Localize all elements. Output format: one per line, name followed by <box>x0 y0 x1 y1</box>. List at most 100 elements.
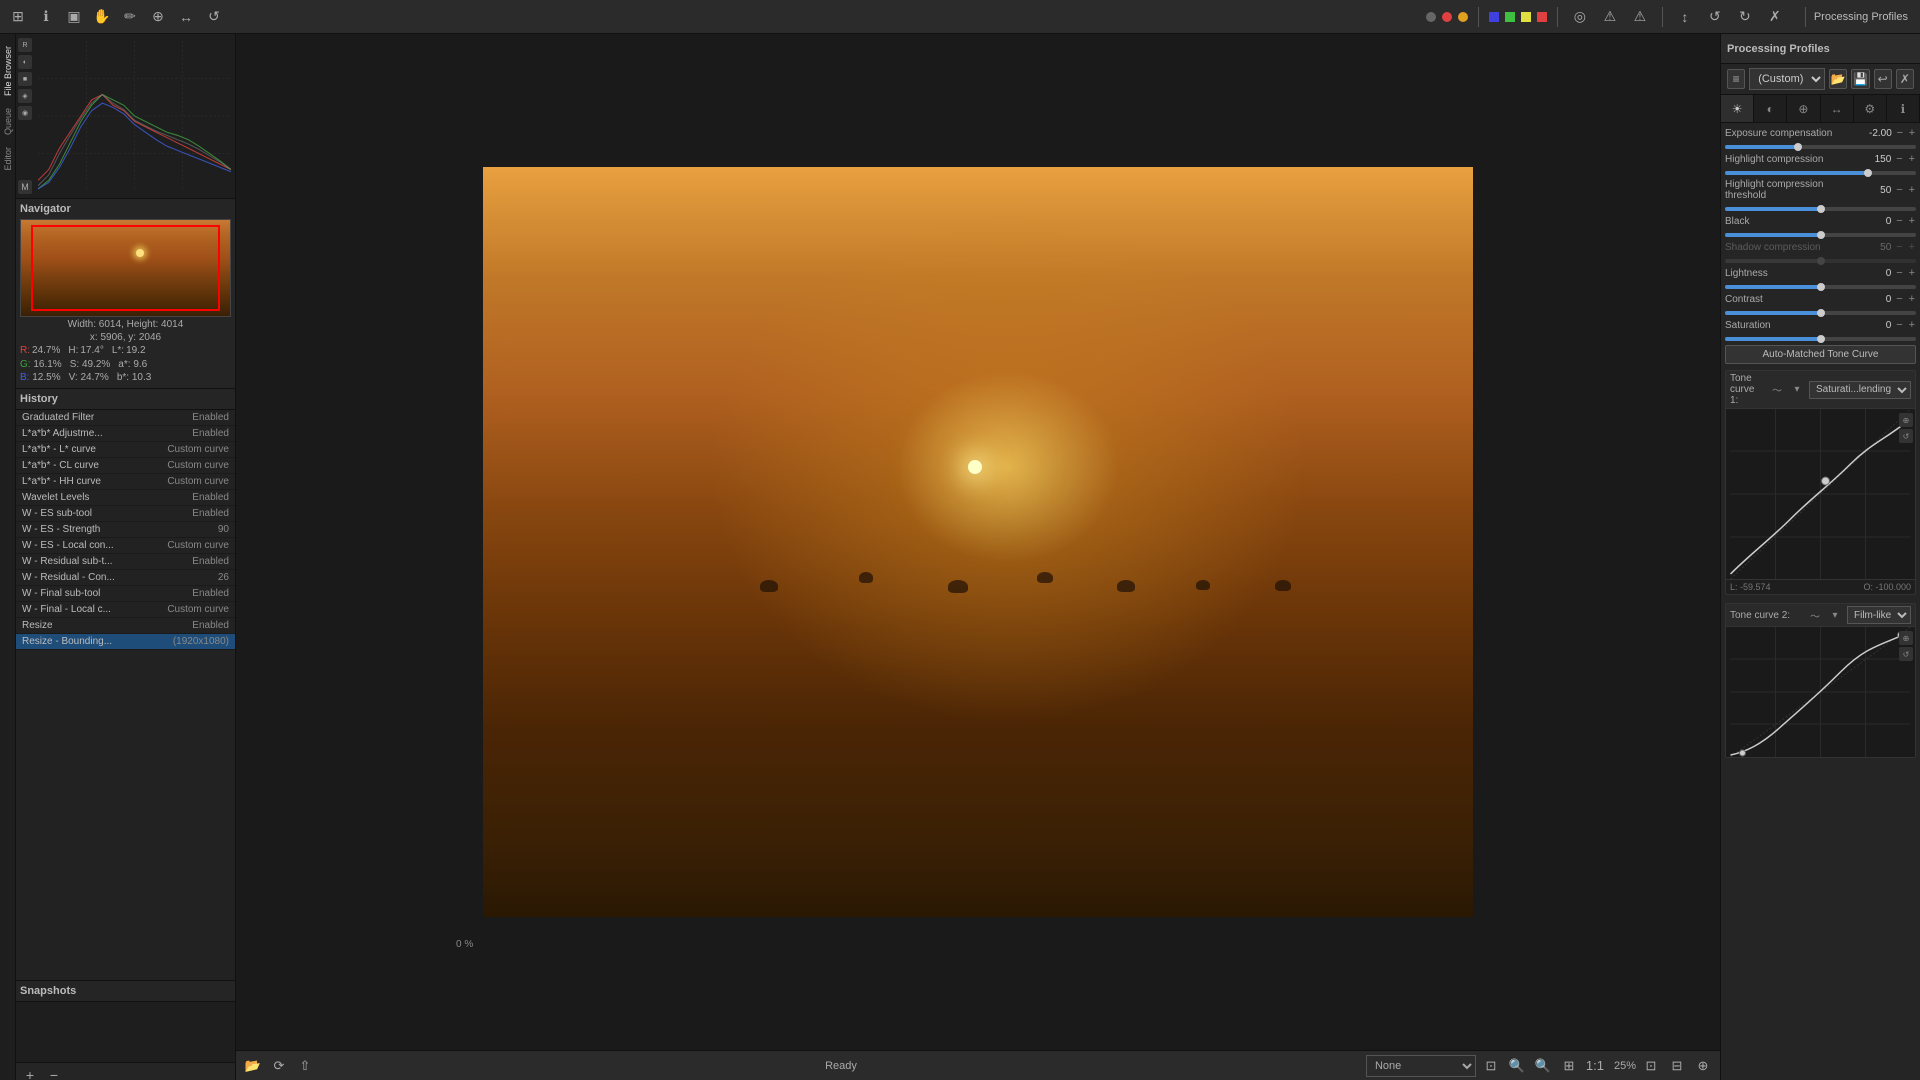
right-tab-exposure[interactable]: ☀ <box>1721 95 1754 122</box>
clipping-shadows-btn[interactable]: ◎ <box>1568 5 1592 29</box>
rotate-cw-btn[interactable]: ↻ <box>1733 5 1757 29</box>
slider-contrast[interactable] <box>1725 311 1916 315</box>
param-minus-saturation[interactable]: − <box>1895 319 1903 331</box>
full-img-btn[interactable]: ⊡ <box>1480 1055 1502 1077</box>
proc-profile-reset-btn[interactable]: ↩ <box>1874 69 1892 89</box>
zoom-100-btn[interactable]: 1:1 <box>1584 1055 1606 1077</box>
zoom-fit-center-btn[interactable]: ⊞ <box>1558 1055 1580 1077</box>
tc1-pipette-icon[interactable]: ⊕ <box>1899 413 1913 427</box>
toolbar-btn-crop[interactable]: ▣ <box>62 5 86 29</box>
hist-icon-2[interactable]: ◐ <box>18 55 32 69</box>
toolbar-btn-crosshair[interactable]: ⊕ <box>146 5 170 29</box>
snapshot-add-btn[interactable]: + <box>20 1065 40 1080</box>
slider-exposure[interactable] <box>1725 145 1916 149</box>
history-item-3[interactable]: L*a*b* - CL curveCustom curve <box>16 458 235 474</box>
hist-icon-6[interactable]: M <box>18 180 32 194</box>
fit-window-btn[interactable]: ⊡ <box>1640 1055 1662 1077</box>
history-item-0[interactable]: Graduated FilterEnabled <box>16 410 235 426</box>
zoom-fit-btn[interactable]: ↕ <box>1673 5 1697 29</box>
param-plus-hct[interactable]: + <box>1908 184 1916 196</box>
history-item-5[interactable]: Wavelet LevelsEnabled <box>16 490 235 506</box>
history-list[interactable]: Graduated FilterEnabledL*a*b* Adjustme..… <box>16 410 235 980</box>
tc2-channel-select[interactable]: Film-like <box>1847 606 1911 624</box>
rotate-ccw-btn[interactable]: ↺ <box>1703 5 1727 29</box>
slider-lightness[interactable] <box>1725 285 1916 289</box>
history-item-7[interactable]: W - ES - Strength90 <box>16 522 235 538</box>
vert-tab-queue[interactable]: Queue <box>2 104 14 139</box>
param-minus-lightness[interactable]: − <box>1895 267 1903 279</box>
tc1-reset-icon[interactable]: ↺ <box>1899 429 1913 443</box>
tc2-mode-btn[interactable]: 〜 <box>1807 607 1823 623</box>
history-item-2[interactable]: L*a*b* - L* curveCustom curve <box>16 442 235 458</box>
slider-black[interactable] <box>1725 233 1916 237</box>
toolbar-btn-hand[interactable]: ✋ <box>90 5 114 29</box>
history-item-11[interactable]: W - Final sub-toolEnabled <box>16 586 235 602</box>
history-item-8[interactable]: W - ES - Local con...Custom curve <box>16 538 235 554</box>
history-item-1[interactable]: L*a*b* Adjustme...Enabled <box>16 426 235 442</box>
slider-hct[interactable] <box>1725 207 1916 211</box>
zoom-in-btn[interactable]: 🔍 <box>1532 1055 1554 1077</box>
tc1-channel-select[interactable]: Saturati...lending <box>1809 381 1911 399</box>
prev-image-btn[interactable]: ⟳ <box>268 1055 290 1077</box>
history-item-9[interactable]: W - Residual sub-t...Enabled <box>16 554 235 570</box>
tc1-mode-btn[interactable]: 〜 <box>1769 382 1785 398</box>
right-tab-color[interactable]: ◐ <box>1754 95 1787 122</box>
param-plus-exposure[interactable]: + <box>1908 127 1916 139</box>
open-file-btn[interactable]: 📂 <box>242 1055 264 1077</box>
param-plus-saturation[interactable]: + <box>1908 319 1916 331</box>
proc-profiles-dropdown[interactable]: (Custom) <box>1749 68 1825 90</box>
fill-window-btn[interactable]: ⊟ <box>1666 1055 1688 1077</box>
vert-tab-editor[interactable]: Editor <box>2 143 14 175</box>
next-image-btn[interactable]: ⇧ <box>294 1055 316 1077</box>
param-minus-contrast[interactable]: − <box>1895 293 1903 305</box>
history-item-12[interactable]: W - Final - Local c...Custom curve <box>16 602 235 618</box>
history-item-4[interactable]: L*a*b* - HH curveCustom curve <box>16 474 235 490</box>
tc2-reset-icon[interactable]: ↺ <box>1899 647 1913 661</box>
toolbar-btn-redo[interactable]: ↺ <box>202 5 226 29</box>
navigator-preview[interactable] <box>20 219 231 317</box>
right-tab-meta[interactable]: ℹ <box>1887 95 1920 122</box>
hist-icon-5[interactable]: ◉ <box>18 106 32 120</box>
rotate-custom-btn[interactable]: ✗ <box>1763 5 1787 29</box>
param-plus-contrast[interactable]: + <box>1908 293 1916 305</box>
history-item-6[interactable]: W - ES sub-toolEnabled <box>16 506 235 522</box>
vert-tab-file-browser[interactable]: File Browser <box>2 42 14 100</box>
tc2-dropdown-btn[interactable]: ▾ <box>1827 607 1843 623</box>
right-tab-transform[interactable]: ↔ <box>1821 95 1854 122</box>
right-tab-detail[interactable]: ⊕ <box>1787 95 1820 122</box>
slider-highlight-comp[interactable] <box>1725 171 1916 175</box>
hist-icon-3[interactable]: ■ <box>18 72 32 86</box>
proc-profile-save-btn[interactable]: 💾 <box>1851 69 1869 89</box>
toolbar-btn-grid[interactable]: ⊞ <box>6 5 30 29</box>
zoom-out-btn[interactable]: 🔍 <box>1506 1055 1528 1077</box>
proc-profile-type-btn[interactable]: ≡ <box>1727 69 1745 89</box>
history-item-14[interactable]: Resize - Bounding...(1920x1080) <box>16 634 235 650</box>
history-item-13[interactable]: ResizeEnabled <box>16 618 235 634</box>
toolbar-btn-straighten[interactable]: ↔ <box>174 5 198 29</box>
proc-profile-clear-btn[interactable]: ✗ <box>1896 69 1914 89</box>
hist-icon-4[interactable]: ◈ <box>18 89 32 103</box>
zoom-dropdown[interactable]: None <box>1366 1055 1476 1077</box>
slider-saturation[interactable] <box>1725 337 1916 341</box>
tc2-pipette-icon[interactable]: ⊕ <box>1899 631 1913 645</box>
hist-icon-1[interactable]: R <box>18 38 32 52</box>
param-plus-black[interactable]: + <box>1908 215 1916 227</box>
gamut-warning-btn[interactable]: ⚠ <box>1628 5 1652 29</box>
preview-mode-btn[interactable]: ⊕ <box>1692 1055 1714 1077</box>
auto-matched-tone-curve-btn[interactable]: Auto-Matched Tone Curve <box>1725 345 1916 364</box>
param-minus-exposure[interactable]: − <box>1896 127 1904 139</box>
param-minus-black[interactable]: − <box>1895 215 1903 227</box>
toolbar-btn-info[interactable]: ℹ <box>34 5 58 29</box>
snapshot-remove-btn[interactable]: − <box>44 1065 64 1080</box>
history-item-10[interactable]: W - Residual - Con...26 <box>16 570 235 586</box>
param-plus-lightness[interactable]: + <box>1908 267 1916 279</box>
clipping-highlights-btn[interactable]: ⚠ <box>1598 5 1622 29</box>
toolbar-btn-pencil[interactable]: ✏ <box>118 5 142 29</box>
image-viewport[interactable]: 0 % <box>236 34 1720 1050</box>
param-minus-hc[interactable]: − <box>1895 153 1903 165</box>
right-tab-raw[interactable]: ⚙ <box>1854 95 1887 122</box>
tc1-dropdown-btn[interactable]: ▾ <box>1789 382 1805 398</box>
param-plus-hc[interactable]: + <box>1908 153 1916 165</box>
proc-profile-load-btn[interactable]: 📂 <box>1829 69 1847 89</box>
param-minus-hct[interactable]: − <box>1895 184 1903 196</box>
